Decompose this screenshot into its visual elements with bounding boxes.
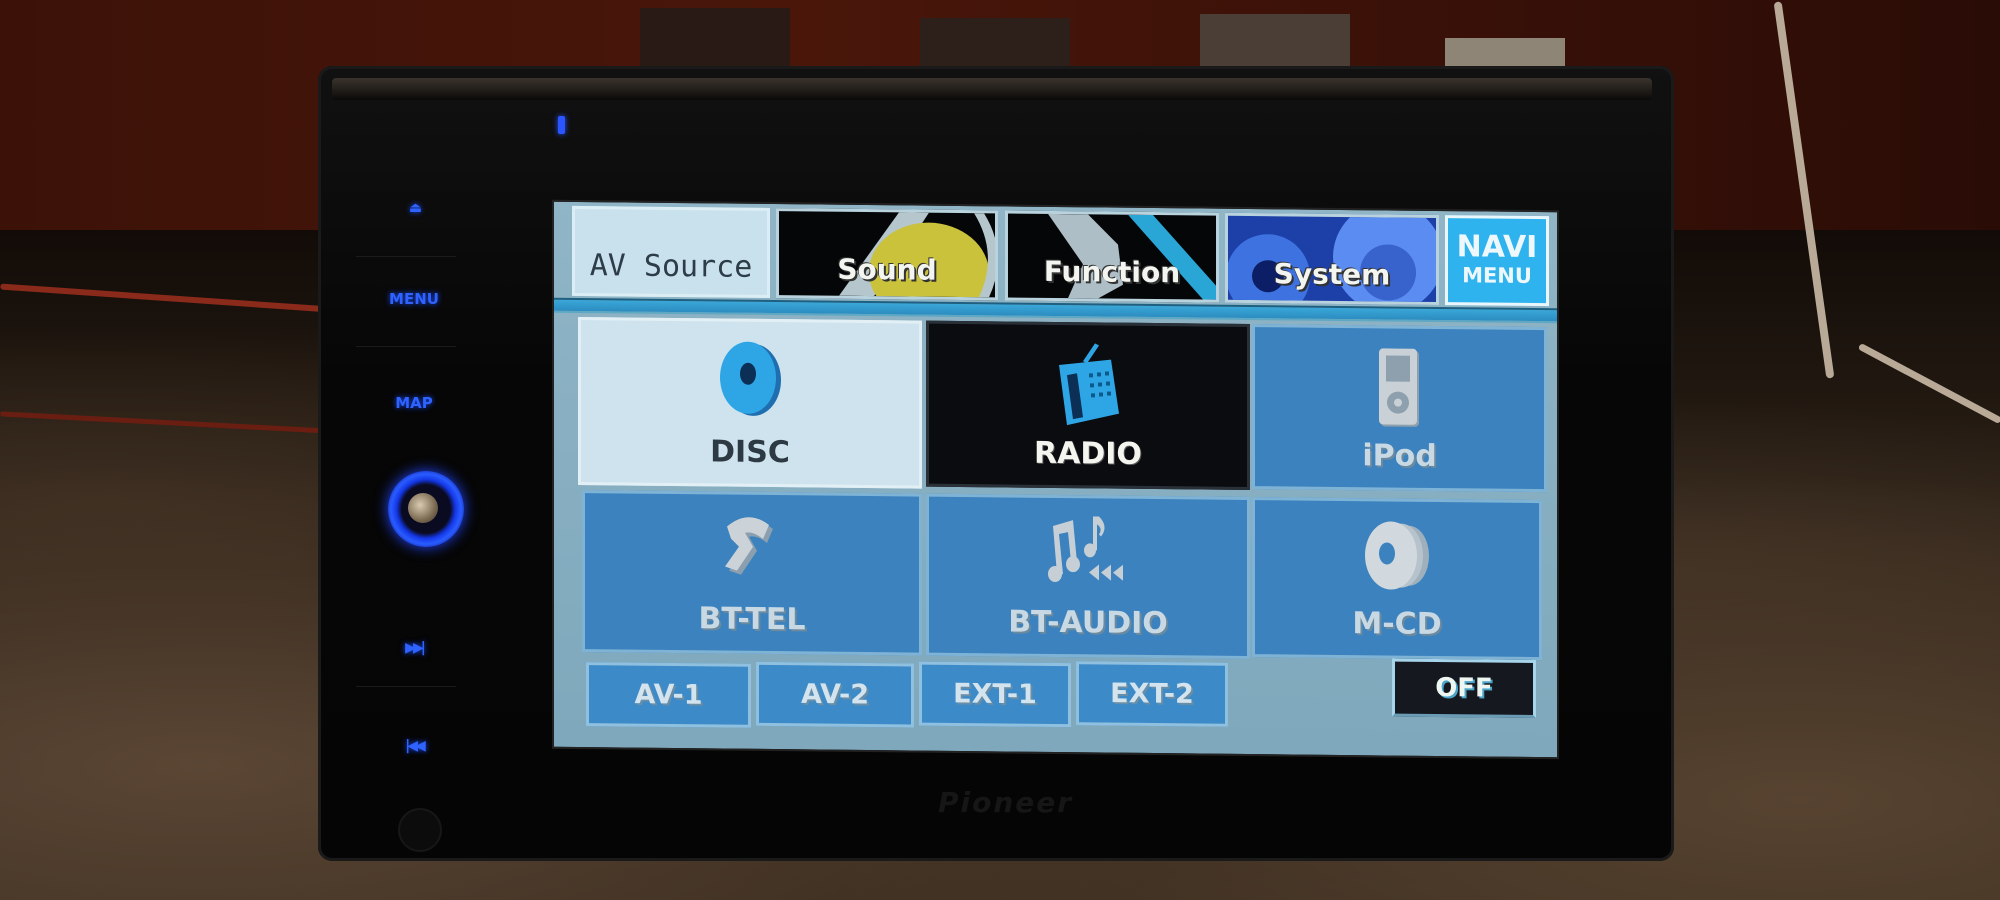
source-radio-button[interactable]: RADIO	[926, 320, 1250, 491]
tab-label: Sound	[837, 252, 937, 287]
eject-icon: ⏏	[408, 200, 422, 216]
source-label: RADIO	[1034, 435, 1142, 472]
source-label: BT-TEL	[698, 601, 806, 638]
input-ext-1-button[interactable]: EXT-1	[919, 661, 1071, 728]
tab-av-source[interactable]: AV Source	[572, 205, 770, 299]
disc-slot-rail	[332, 78, 1652, 100]
bluetooth-phone-icon	[725, 517, 773, 575]
source-m-cd-button[interactable]: M-CD	[1252, 497, 1542, 661]
source-bt-audio-button[interactable]: BT-AUDIO	[926, 493, 1250, 660]
disc-indicator-led	[558, 116, 565, 134]
source-label: iPod	[1362, 438, 1437, 474]
ipod-icon	[1378, 348, 1419, 427]
background-object	[640, 8, 790, 68]
disc-icon	[720, 341, 781, 416]
input-label: AV-2	[801, 678, 869, 711]
menu-label: MENU	[1462, 263, 1532, 288]
volume-knob[interactable]	[388, 471, 464, 547]
source-disc-button[interactable]: DISC	[578, 316, 922, 489]
navi-menu-button[interactable]: NAVI MENU	[1445, 215, 1549, 307]
input-label: EXT-2	[1110, 678, 1194, 710]
source-label: DISC	[710, 434, 790, 471]
source-label: BT-AUDIO	[1008, 604, 1168, 642]
off-label: OFF	[1435, 672, 1493, 704]
map-button[interactable]: MAP	[344, 394, 484, 412]
multi-cd-icon	[1365, 521, 1429, 590]
previous-track-button[interactable]: |◀◀	[344, 736, 484, 754]
source-ipod-button[interactable]: iPod	[1252, 324, 1547, 493]
divider	[356, 686, 456, 687]
source-off-button[interactable]: OFF	[1392, 658, 1536, 719]
source-label: M-CD	[1352, 606, 1442, 643]
tab-function[interactable]: Function	[1005, 210, 1219, 303]
input-label: AV-1	[634, 679, 703, 711]
tab-label: System	[1273, 257, 1391, 292]
background-object	[1200, 14, 1350, 69]
skip-forward-icon: ▶▶|	[405, 640, 426, 656]
aux-input-jack	[398, 808, 442, 852]
divider	[356, 346, 456, 347]
input-av-2-button[interactable]: AV-2	[756, 661, 914, 728]
tab-system[interactable]: System	[1225, 212, 1439, 306]
tab-label: Function	[1043, 254, 1181, 290]
tab-sound[interactable]: Sound	[776, 208, 998, 301]
menu-button[interactable]: MENU	[344, 290, 484, 308]
tab-label: AV Source	[589, 248, 753, 285]
navi-label: NAVI	[1456, 229, 1538, 266]
eject-button[interactable]: ⏏	[344, 198, 484, 216]
bluetooth-audio-icon	[1048, 516, 1123, 582]
brand-logo: Pioneer	[938, 786, 1074, 819]
background-object	[920, 18, 1070, 68]
source-bt-tel-button[interactable]: BT-TEL	[582, 490, 922, 656]
touchscreen: AV Source Sound Function System NAVI MEN…	[552, 199, 1559, 760]
hardware-button-panel: ⏏ MENU MAP ▶▶| |◀◀	[344, 106, 484, 852]
next-track-button[interactable]: ▶▶|	[344, 638, 484, 656]
input-ext-2-button[interactable]: EXT-2	[1076, 661, 1228, 727]
input-label: EXT-1	[953, 678, 1037, 711]
skip-back-icon: |◀◀	[405, 738, 426, 754]
knob-cap	[408, 493, 438, 523]
divider	[356, 256, 456, 257]
radio-icon	[1059, 343, 1119, 426]
input-av-1-button[interactable]: AV-1	[586, 662, 751, 728]
